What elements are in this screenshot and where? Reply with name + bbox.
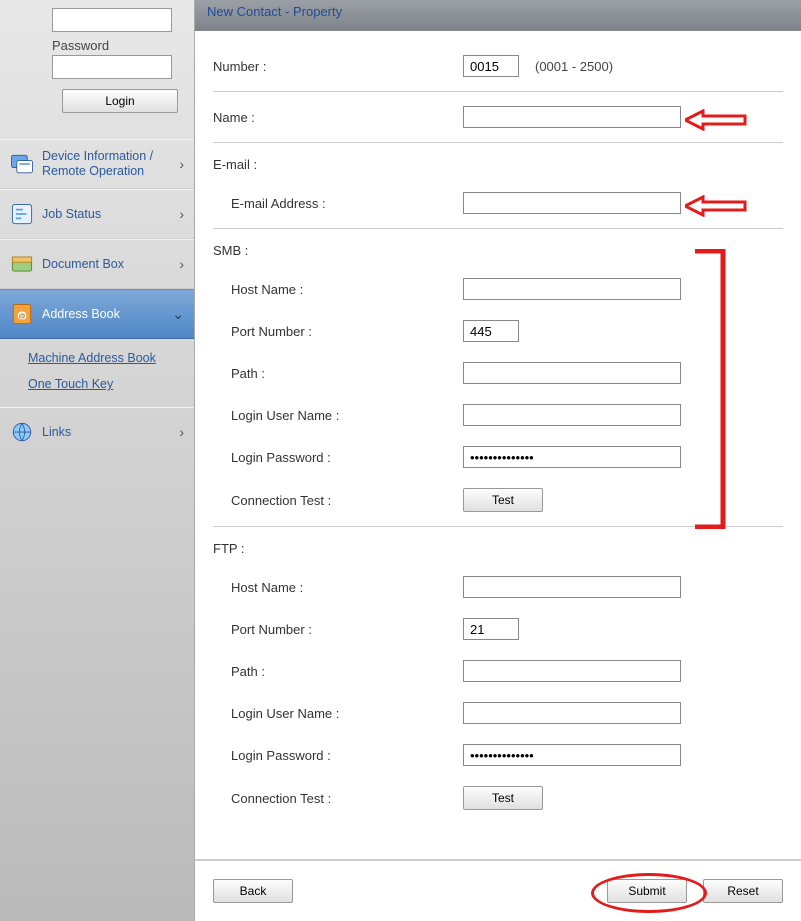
email-address-label: E-mail Address : <box>213 196 463 211</box>
ftp-conn-label: Connection Test : <box>213 791 463 806</box>
username-input[interactable] <box>52 8 172 32</box>
number-input[interactable] <box>463 55 519 77</box>
ftp-port-label: Port Number : <box>213 622 463 637</box>
nav-label-job-status: Job Status <box>42 207 179 222</box>
section-ftp: FTP : <box>213 531 783 566</box>
row-smb-password: Login Password : <box>213 436 783 478</box>
ftp-host-label: Host Name : <box>213 580 463 595</box>
ftp-host-input[interactable] <box>463 576 681 598</box>
separator <box>213 91 783 92</box>
form-wrap: Number : (0001 - 2500) Name : E-mail : E… <box>195 31 801 859</box>
email-address-input[interactable] <box>463 192 681 214</box>
subnav-machine-address-book[interactable]: Machine Address Book <box>28 345 194 371</box>
chevron-right-icon: › <box>179 206 184 222</box>
smb-path-input[interactable] <box>463 362 681 384</box>
nav-label-address-book: Address Book <box>42 307 172 322</box>
row-smb-conn-test: Connection Test : Test <box>213 478 783 522</box>
row-smb-path: Path : <box>213 352 783 394</box>
links-icon <box>8 418 36 446</box>
ftp-password-label: Login Password : <box>213 748 463 763</box>
ftp-user-input[interactable] <box>463 702 681 724</box>
separator <box>213 142 783 143</box>
smb-conn-label: Connection Test : <box>213 493 463 508</box>
back-button[interactable]: Back <box>213 879 293 903</box>
document-box-icon <box>8 250 36 278</box>
job-status-icon <box>8 200 36 228</box>
sidebar-item-job-status[interactable]: Job Status › <box>0 189 194 239</box>
sidebar-item-document-box[interactable]: Document Box › <box>0 239 194 289</box>
ftp-test-button[interactable]: Test <box>463 786 543 810</box>
reset-button[interactable]: Reset <box>703 879 783 903</box>
ftp-user-label: Login User Name : <box>213 706 463 721</box>
row-smb-user: Login User Name : <box>213 394 783 436</box>
ftp-password-input[interactable] <box>463 744 681 766</box>
number-range: (0001 - 2500) <box>535 59 613 74</box>
login-button[interactable]: Login <box>62 89 178 113</box>
sidebar: Password Login Device Information / Remo… <box>0 0 194 921</box>
app-root: Password Login Device Information / Remo… <box>0 0 801 921</box>
login-block: Password Login <box>0 0 194 125</box>
row-smb-port: Port Number : <box>213 310 783 352</box>
name-input[interactable] <box>463 106 681 128</box>
ftp-port-input[interactable] <box>463 618 519 640</box>
smb-port-input[interactable] <box>463 320 519 342</box>
submit-button[interactable]: Submit <box>607 879 687 903</box>
nav: Device Information / Remote Operation › … <box>0 139 194 457</box>
row-ftp-conn-test: Connection Test : Test <box>213 776 783 820</box>
smb-password-input[interactable] <box>463 446 681 468</box>
row-name: Name : <box>213 96 783 138</box>
row-ftp-user: Login User Name : <box>213 692 783 734</box>
sidebar-item-links[interactable]: Links › <box>0 407 194 457</box>
smb-port-label: Port Number : <box>213 324 463 339</box>
footer-right: Submit Reset <box>607 879 783 903</box>
nav-label-links: Links <box>42 425 179 440</box>
sidebar-item-device-info[interactable]: Device Information / Remote Operation › <box>0 139 194 189</box>
smb-user-input[interactable] <box>463 404 681 426</box>
smb-section-label: SMB : <box>213 243 463 258</box>
row-email-address: E-mail Address : <box>213 182 783 224</box>
ftp-section-label: FTP : <box>213 541 463 556</box>
ftp-path-input[interactable] <box>463 660 681 682</box>
smb-test-button[interactable]: Test <box>463 488 543 512</box>
chevron-right-icon: › <box>179 156 184 172</box>
password-input[interactable] <box>52 55 172 79</box>
address-book-subnav: Machine Address Book One Touch Key <box>0 339 194 407</box>
ftp-path-label: Path : <box>213 664 463 679</box>
row-ftp-password: Login Password : <box>213 734 783 776</box>
separator <box>213 526 783 527</box>
section-email: E-mail : <box>213 147 783 182</box>
nav-label-document-box: Document Box <box>42 257 179 272</box>
smb-host-input[interactable] <box>463 278 681 300</box>
name-label: Name : <box>213 110 463 125</box>
smb-path-label: Path : <box>213 366 463 381</box>
panel-title: New Contact - Property <box>195 0 801 31</box>
email-section-label: E-mail : <box>213 157 463 172</box>
row-ftp-path: Path : <box>213 650 783 692</box>
smb-password-label: Login Password : <box>213 450 463 465</box>
row-ftp-host: Host Name : <box>213 566 783 608</box>
row-ftp-port: Port Number : <box>213 608 783 650</box>
chevron-right-icon: › <box>179 256 184 272</box>
separator <box>213 228 783 229</box>
panel-title-text: New Contact - Property <box>207 4 342 19</box>
row-smb-host: Host Name : <box>213 268 783 310</box>
svg-text:@: @ <box>19 313 26 320</box>
footer: Back Submit Reset <box>195 859 801 921</box>
smb-host-label: Host Name : <box>213 282 463 297</box>
address-book-icon: @ <box>8 300 36 328</box>
sidebar-item-address-book[interactable]: @ Address Book ⌄ <box>0 289 194 339</box>
section-smb: SMB : <box>213 233 783 268</box>
smb-user-label: Login User Name : <box>213 408 463 423</box>
device-info-icon <box>8 150 36 178</box>
main-panel: New Contact - Property Number : (0001 - … <box>194 0 801 921</box>
nav-label-device-info: Device Information / Remote Operation <box>42 149 179 179</box>
subnav-one-touch-key[interactable]: One Touch Key <box>28 371 194 397</box>
password-label: Password <box>52 38 186 53</box>
chevron-right-icon: › <box>179 424 184 440</box>
row-number: Number : (0001 - 2500) <box>213 45 783 87</box>
number-label: Number : <box>213 59 463 74</box>
chevron-down-icon: ⌄ <box>172 306 184 323</box>
